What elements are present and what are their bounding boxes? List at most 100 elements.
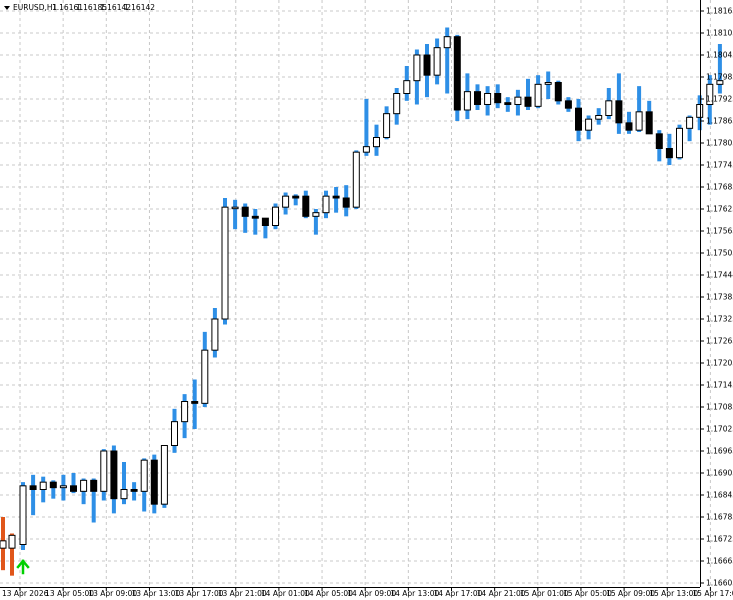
- y-tick-label: 1.17745: [706, 161, 733, 170]
- candle-body-bear: [564, 100, 572, 109]
- candle-body-bull: [282, 195, 290, 208]
- candle-body-bear: [615, 100, 623, 124]
- candle-body-bull: [605, 100, 613, 117]
- x-tick-label: 15 Apr 01:00: [520, 589, 569, 598]
- history-bar-body: [8, 534, 16, 549]
- candle-body-bull: [635, 111, 643, 131]
- y-tick-label: 1.18105: [706, 29, 733, 38]
- y-tick-label: 1.18165: [706, 7, 733, 16]
- candle-body-bull: [544, 82, 552, 85]
- candle: [150, 454, 158, 514]
- candle: [676, 124, 683, 160]
- x-tick-label: 13 Apr 21:00: [218, 589, 267, 598]
- chart-background: [0, 0, 733, 600]
- y-tick-label: 1.17865: [706, 117, 733, 126]
- candle-body-bear: [625, 122, 633, 131]
- y-tick-label: 1.16725: [706, 535, 733, 544]
- x-tick-label: 13 Apr 05:00: [45, 589, 94, 598]
- candle-body-bear: [70, 485, 77, 492]
- x-tick-label: 14 Apr 09:00: [347, 589, 396, 598]
- y-tick-label: 1.17085: [706, 403, 733, 412]
- y-tick-label: 1.16785: [706, 513, 733, 522]
- candle: [272, 203, 279, 230]
- candle-body-bull: [514, 96, 522, 105]
- candle-body-bear: [474, 91, 481, 105]
- candle-body-bull: [413, 54, 421, 82]
- y-tick-label: 1.17925: [706, 95, 733, 104]
- candle-body-bear: [342, 197, 350, 208]
- candle: [19, 482, 27, 550]
- candle-body-bull: [383, 113, 391, 138]
- y-tick-label: 1.17385: [706, 293, 733, 302]
- candle-body-bear: [494, 93, 502, 104]
- x-tick-label: 15 Apr 13:00: [649, 589, 698, 598]
- candle-body-bull: [686, 116, 694, 129]
- y-tick-label: 1.18045: [706, 51, 733, 60]
- y-tick-label: 1.17505: [706, 249, 733, 258]
- x-tick-label: 13 Apr 09:00: [88, 589, 137, 598]
- candle-body-bull: [272, 206, 279, 227]
- y-tick-label: 1.17685: [706, 183, 733, 192]
- x-tick-label: 15 Apr 09:00: [606, 589, 655, 598]
- candle-body-bull: [534, 83, 542, 107]
- candle-body-bear: [575, 107, 582, 131]
- candle-body-bear: [453, 36, 461, 111]
- candle-body-bull: [373, 137, 380, 148]
- candle-body-bear: [110, 450, 118, 500]
- candle: [160, 445, 168, 508]
- x-tick-label: 13 Apr 17:00: [175, 589, 224, 598]
- x-tick-label: 14 Apr 17:00: [434, 589, 483, 598]
- y-tick-label: 1.17625: [706, 205, 733, 214]
- candle-body-bull: [443, 36, 451, 49]
- candle-body-bull: [120, 489, 128, 500]
- candle-body-bull: [160, 445, 168, 505]
- candle-body-bear: [292, 195, 300, 199]
- ohlc-close: 1.16142: [124, 3, 155, 12]
- candle-body-bull: [595, 115, 603, 120]
- candle-body-bull: [433, 47, 441, 76]
- candle-body-bear: [645, 111, 653, 135]
- x-tick-label: 14 Apr 21:00: [477, 589, 526, 598]
- candle-body-bear: [504, 102, 512, 105]
- candle-body-bear: [191, 401, 199, 404]
- candle-body-bull: [140, 459, 148, 492]
- candle-body-bull: [211, 318, 219, 351]
- candle-body-bull: [221, 206, 229, 320]
- y-tick-label: 1.17325: [706, 315, 733, 324]
- candle-body-bull: [181, 401, 189, 423]
- candle-body-bull: [696, 104, 704, 118]
- symbol-label: EURUSD,H1: [13, 3, 57, 12]
- candle-body-bear: [29, 485, 37, 491]
- candle-body-bear: [150, 459, 158, 505]
- y-tick-label: 1.17805: [706, 139, 733, 148]
- x-tick-label: 15 Apr 05:00: [563, 589, 612, 598]
- x-tick-label: 13 Apr 2026: [2, 589, 49, 598]
- x-tick-label: 14 Apr 05:00: [304, 589, 353, 598]
- x-tick-label: 14 Apr 13:00: [390, 589, 439, 598]
- candle-body-bear: [524, 96, 532, 107]
- y-tick-label: 1.16665: [706, 557, 733, 566]
- history-bar-body: [0, 540, 7, 549]
- chart-header: EURUSD,H1 1.16161 1.16185 1.16142 1.1614…: [4, 3, 155, 12]
- x-tick-label: 15 Apr 17:00: [692, 589, 733, 598]
- candle-body-bull: [231, 206, 239, 210]
- y-tick-label: 1.17205: [706, 359, 733, 368]
- candle-body-bull: [585, 118, 593, 131]
- candle-body-bull: [19, 485, 27, 546]
- y-tick-label: 1.17444: [706, 271, 733, 280]
- y-tick-label: 1.17985: [706, 73, 733, 82]
- y-tick-label: 1.16605: [706, 579, 733, 588]
- y-tick-label: 1.17145: [706, 381, 733, 390]
- candle-body-bear: [665, 148, 673, 159]
- y-tick-label: 1.16965: [706, 447, 733, 456]
- candlestick-chart[interactable]: 1.18165 1.18105 1.18045 1.17985 1.17925 1.178…: [0, 0, 733, 600]
- candle: [453, 34, 461, 121]
- candle-body-bear: [49, 481, 57, 489]
- candle-body-bull: [201, 349, 209, 404]
- candle-body-bear: [251, 215, 259, 219]
- time-scale[interactable]: 13 Apr 202613 Apr 05:0013 Apr 09:00 13 Ap…: [2, 587, 733, 598]
- y-tick-label: 1.16905: [706, 469, 733, 478]
- candle-body-bull: [352, 151, 360, 208]
- candle-body-bull: [312, 212, 320, 217]
- candle-body-bear: [90, 479, 98, 492]
